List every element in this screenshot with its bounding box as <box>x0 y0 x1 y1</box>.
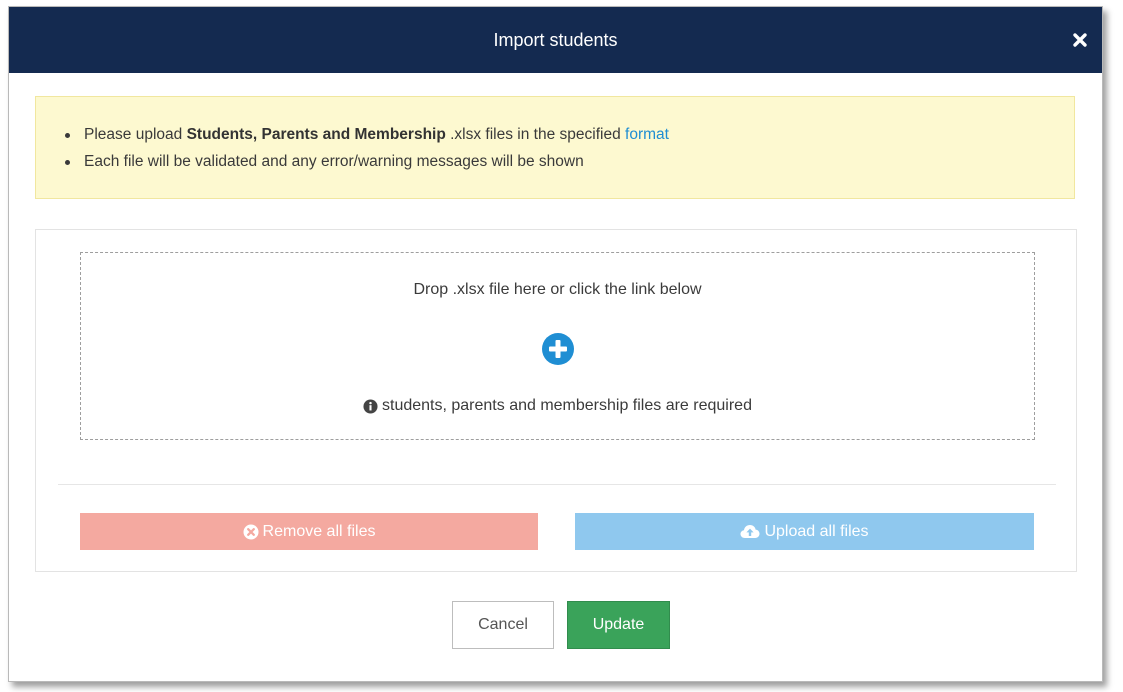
cancel-button[interactable]: Cancel <box>452 601 554 649</box>
dropzone-prompt: Drop .xlsx file here or click the link b… <box>413 281 702 298</box>
notice-list: Please upload Students, Parents and Memb… <box>62 121 669 175</box>
cloud-upload-icon <box>740 525 760 538</box>
upload-all-files-button[interactable]: Upload all files <box>575 513 1034 550</box>
notice-item: Please upload Students, Parents and Memb… <box>62 121 669 148</box>
plus-circle-icon[interactable] <box>542 333 574 365</box>
notice-item: Each file will be validated and any erro… <box>62 148 669 175</box>
close-x-icon <box>1073 33 1087 47</box>
file-dropzone[interactable]: Drop .xlsx file here or click the link b… <box>80 252 1035 440</box>
modal-header: Import students <box>9 7 1102 73</box>
times-circle-icon <box>243 524 259 539</box>
update-button[interactable]: Update <box>567 601 670 649</box>
modal-title: Import students <box>493 29 618 50</box>
panel-divider <box>58 484 1056 485</box>
import-students-modal: Import students Please upload Students, … <box>8 6 1103 682</box>
required-files-text: students, parents and membership files a… <box>382 397 752 414</box>
notice-bold-files: Students, Parents and Membership <box>186 126 446 143</box>
required-files-note: students, parents and membership files a… <box>81 397 1034 415</box>
close-button[interactable] <box>1066 26 1094 54</box>
upload-panel: Drop .xlsx file here or click the link b… <box>35 229 1077 572</box>
format-link[interactable]: format <box>625 126 669 143</box>
info-circle-icon <box>363 398 378 414</box>
upload-notice: Please upload Students, Parents and Memb… <box>35 96 1075 199</box>
remove-all-files-button[interactable]: Remove all files <box>80 513 538 550</box>
